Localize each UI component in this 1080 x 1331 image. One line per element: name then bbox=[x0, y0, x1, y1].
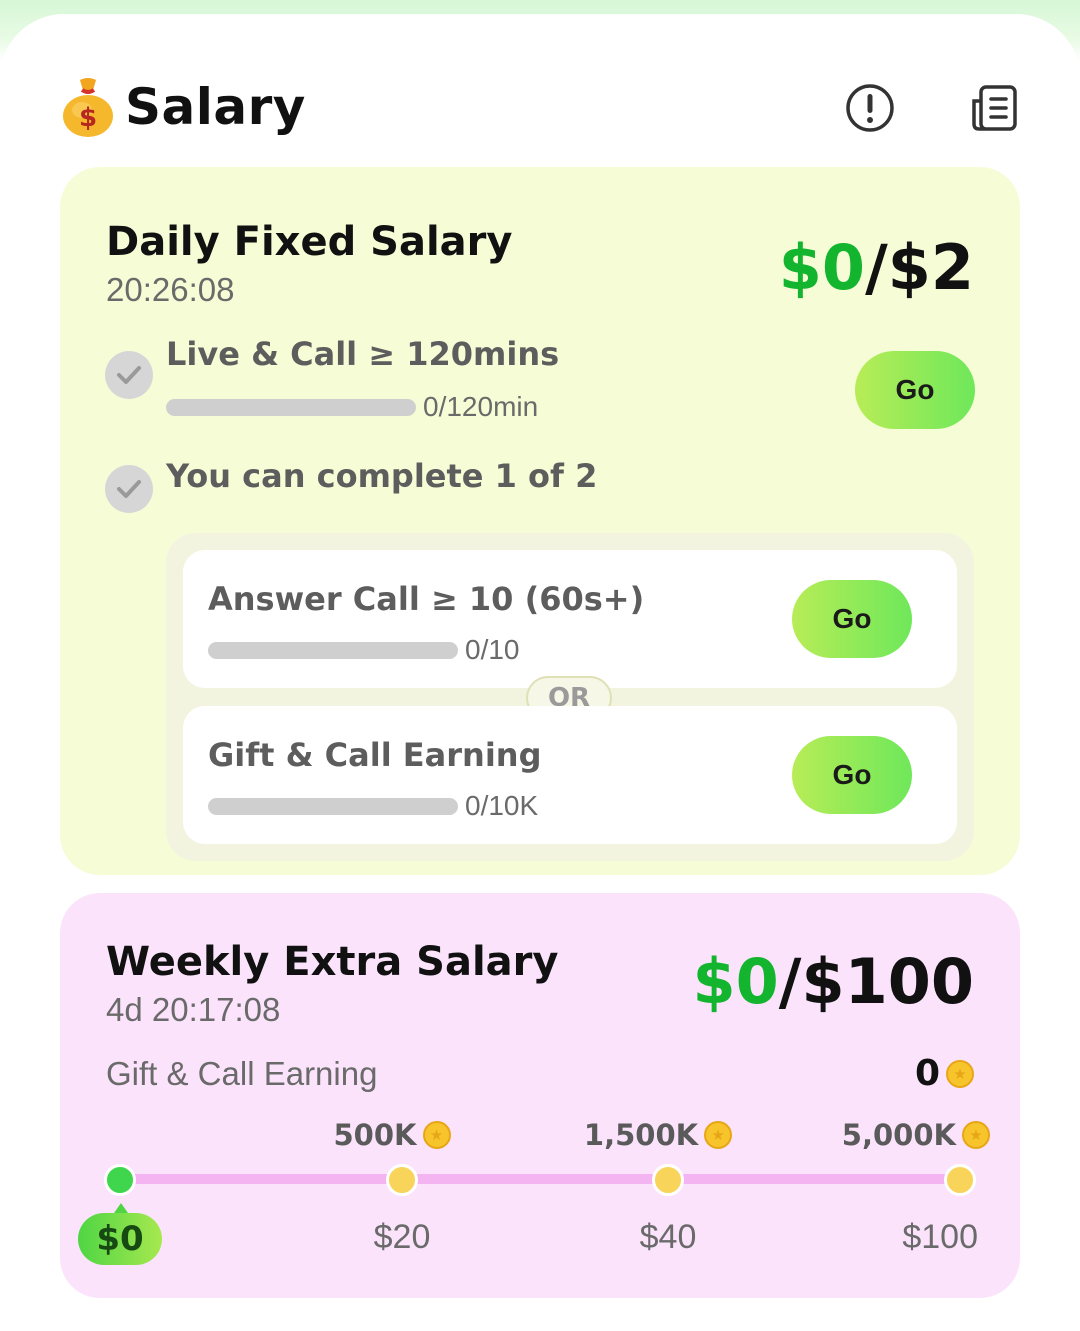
option-b-progress-text: 0/10K bbox=[465, 790, 539, 821]
weekly-earning-value: 0 ★ bbox=[915, 1053, 974, 1094]
weekly-countdown: 4d 20:17:08 bbox=[106, 991, 281, 1028]
daily-earned: $0 bbox=[778, 231, 866, 304]
option-answer-call: Answer Call ≥ 10 (60s+) 0/10 Go bbox=[183, 550, 957, 688]
task1-label: Live & Call ≥ 120mins bbox=[166, 335, 560, 373]
task1-progress-bar bbox=[166, 399, 416, 416]
daily-salary-card: Daily Fixed Salary 20:26:08 $0/$2 Live &… bbox=[60, 167, 1020, 875]
coin-icon: ★ bbox=[422, 1121, 451, 1149]
milestone-dot bbox=[944, 1164, 976, 1196]
current-reward-badge: $0 bbox=[78, 1203, 162, 1265]
money-bag-icon: $ bbox=[63, 78, 113, 137]
option-b-go-button[interactable]: Go bbox=[792, 736, 912, 814]
daily-title: Daily Fixed Salary bbox=[106, 219, 513, 265]
milestone-dot bbox=[652, 1164, 684, 1196]
task2-options: Answer Call ≥ 10 (60s+) 0/10 Go OR Gift … bbox=[166, 533, 974, 861]
option-b-label: Gift & Call Earning bbox=[208, 736, 542, 774]
milestone-threshold-text: 5,000K bbox=[841, 1118, 956, 1152]
coin-icon: ★ bbox=[704, 1121, 733, 1149]
info-icon bbox=[846, 84, 894, 132]
records-button[interactable] bbox=[968, 82, 1020, 134]
milestone-threshold: 1,500K ★ bbox=[583, 1118, 733, 1152]
option-a-progress-text: 0/10 bbox=[465, 634, 520, 665]
earning-amount: 0 bbox=[914, 1053, 940, 1094]
milestone-threshold: 500K ★ bbox=[333, 1118, 451, 1152]
milestone-reward: $20 bbox=[373, 1218, 431, 1256]
records-icon bbox=[972, 85, 1017, 131]
milestone-threshold: 5,000K ★ bbox=[842, 1118, 990, 1152]
milestone-track bbox=[120, 1174, 960, 1184]
info-button[interactable] bbox=[844, 82, 896, 134]
weekly-title: Weekly Extra Salary bbox=[106, 939, 559, 985]
option-a-label: Answer Call ≥ 10 (60s+) bbox=[208, 580, 645, 618]
milestone-threshold-text: 500K bbox=[333, 1118, 417, 1152]
weekly-earned: $0 bbox=[692, 945, 779, 1018]
daily-countdown: 20:26:08 bbox=[106, 271, 235, 308]
task2-label: You can complete 1 of 2 bbox=[166, 457, 598, 495]
header: $ Salary bbox=[60, 74, 1020, 154]
daily-amount: $0/$2 bbox=[778, 231, 974, 304]
task1-check-icon bbox=[105, 351, 153, 399]
option-b-progress-bar bbox=[208, 798, 458, 815]
milestone-reward: $100 bbox=[902, 1218, 978, 1256]
option-a-progress-bar bbox=[208, 642, 458, 659]
weekly-salary-card: Weekly Extra Salary 4d 20:17:08 $0/$100 … bbox=[60, 893, 1020, 1298]
weekly-earning-label: Gift & Call Earning bbox=[106, 1055, 378, 1092]
page-title: Salary bbox=[125, 78, 306, 136]
svg-text:$: $ bbox=[79, 103, 97, 133]
coin-icon: ★ bbox=[962, 1121, 990, 1149]
milestone-dot bbox=[104, 1164, 136, 1196]
daily-total: $2 bbox=[887, 231, 974, 304]
weekly-amount: $0/$100 bbox=[692, 945, 975, 1018]
task1-progress-text: 0/120min bbox=[423, 391, 539, 422]
milestone-reward: $40 bbox=[639, 1218, 697, 1256]
weekly-total: $100 bbox=[801, 945, 974, 1018]
option-gift-call: Gift & Call Earning 0/10K Go bbox=[183, 706, 957, 844]
task2-check-icon bbox=[105, 465, 153, 513]
milestone-threshold-text: 1,500K bbox=[583, 1118, 699, 1152]
salary-sheet: $ Salary Daily Fixed Salary 20:26:08 $0/… bbox=[0, 14, 1080, 1331]
milestone-dot bbox=[386, 1164, 418, 1196]
option-a-go-button[interactable]: Go bbox=[792, 580, 912, 658]
task1-go-button[interactable]: Go bbox=[855, 351, 975, 429]
coin-icon: ★ bbox=[946, 1059, 974, 1088]
